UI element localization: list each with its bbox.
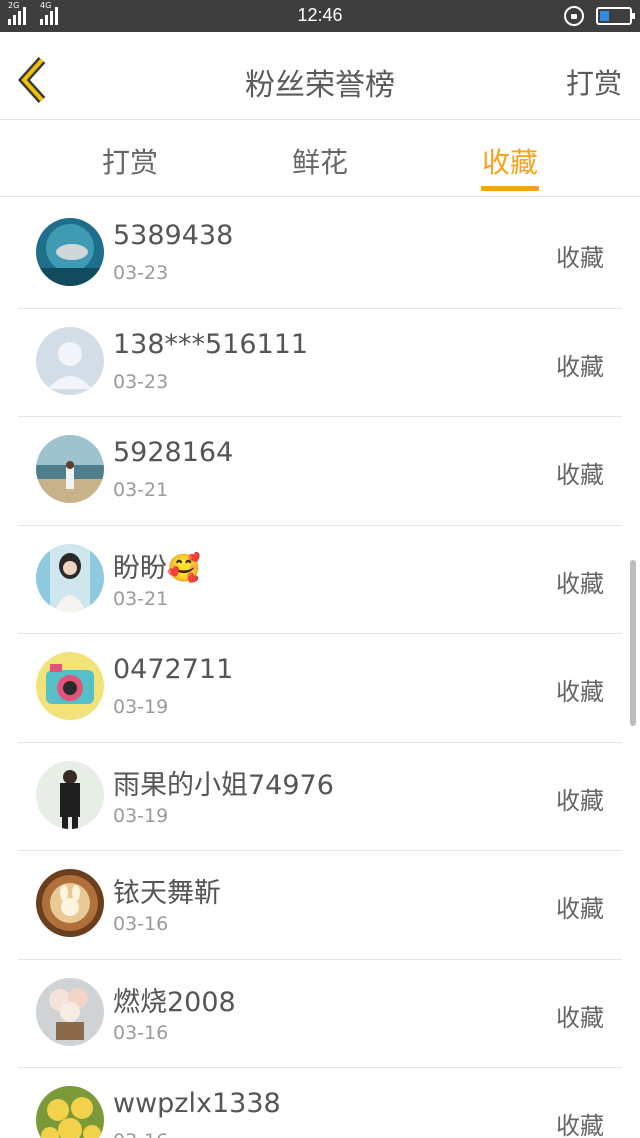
active-tab-indicator: [481, 186, 539, 191]
favorite-label: 收藏: [556, 895, 604, 923]
tab-favorites[interactable]: 收藏: [450, 141, 570, 181]
avatar[interactable]: [36, 218, 104, 286]
list-item[interactable]: 0472711 03-19 收藏: [18, 634, 622, 743]
favorite-label: 收藏: [556, 244, 604, 272]
tab-bar: 打赏 鲜花 收藏: [0, 121, 640, 197]
item-date: 03-21: [113, 479, 169, 501]
reward-button[interactable]: 打赏: [566, 62, 622, 102]
avatar[interactable]: [36, 543, 104, 612]
page-title: 粉丝荣誉榜: [245, 68, 395, 103]
user-name: 138***516111: [113, 328, 309, 360]
user-name: wwpzlx1338: [113, 1088, 281, 1119]
app-header: 粉丝荣誉榜 打赏: [0, 32, 640, 120]
favorite-label: 收藏: [556, 1003, 604, 1032]
rotation-lock-icon: [564, 6, 584, 26]
tab-flowers[interactable]: 鲜花: [260, 141, 380, 181]
list-item[interactable]: 5389438 03-23 收藏: [18, 200, 622, 309]
user-name: 盼盼🥰: [113, 552, 201, 584]
item-date: 03-16: [113, 913, 169, 935]
user-name: 5928164: [113, 437, 234, 468]
user-name: 铱天舞靳: [113, 878, 221, 909]
item-date: 03-19: [113, 804, 169, 827]
avatar[interactable]: [36, 977, 104, 1046]
favorite-label: 收藏: [556, 678, 604, 706]
avatar[interactable]: [36, 760, 104, 829]
item-date: 03-21: [113, 587, 169, 610]
avatar[interactable]: [36, 435, 104, 503]
user-name: 0472711: [113, 654, 234, 685]
avatar[interactable]: [36, 1086, 104, 1138]
list-item[interactable]: 138***516111 03-23 收藏: [18, 309, 622, 417]
clock: 12:46: [297, 5, 343, 25]
user-name: 5389438: [113, 220, 234, 251]
favorite-label: 收藏: [556, 786, 604, 815]
user-name: 雨果的小姐74976: [113, 769, 334, 801]
list-item[interactable]: 盼盼🥰 03-21 收藏: [18, 526, 622, 634]
tab-reward[interactable]: 打赏: [70, 141, 190, 181]
avatar[interactable]: [36, 652, 104, 720]
item-date: 03-16: [113, 1130, 168, 1138]
item-date: 03-23: [113, 370, 169, 393]
list-item[interactable]: wwpzlx1338 03-16 收藏: [18, 1068, 622, 1138]
list-item[interactable]: 5928164 03-21 收藏: [18, 417, 622, 526]
avatar[interactable]: [36, 326, 104, 395]
battery-icon: [596, 7, 635, 25]
list-item[interactable]: 雨果的小姐74976 03-19 收藏: [18, 743, 622, 851]
user-name: 燃烧2008: [113, 986, 236, 1018]
avatar[interactable]: [36, 869, 104, 937]
favorite-label: 收藏: [556, 1112, 604, 1138]
favorite-label: 收藏: [556, 569, 604, 598]
favorite-label: 收藏: [556, 352, 604, 381]
item-date: 03-19: [113, 696, 169, 718]
scrollbar[interactable]: [630, 560, 636, 726]
item-date: 03-23: [113, 262, 169, 284]
favorite-label: 收藏: [556, 461, 604, 489]
status-bar: 2G 4G 12:46: [0, 0, 640, 32]
item-date: 03-16: [113, 1021, 169, 1044]
list-item[interactable]: 铱天舞靳 03-16 收藏: [18, 851, 622, 960]
fan-list: 5389438 03-23 收藏 138***516111 03-23 收藏 5…: [0, 200, 640, 1138]
list-item[interactable]: 燃烧2008 03-16 收藏: [18, 960, 622, 1068]
